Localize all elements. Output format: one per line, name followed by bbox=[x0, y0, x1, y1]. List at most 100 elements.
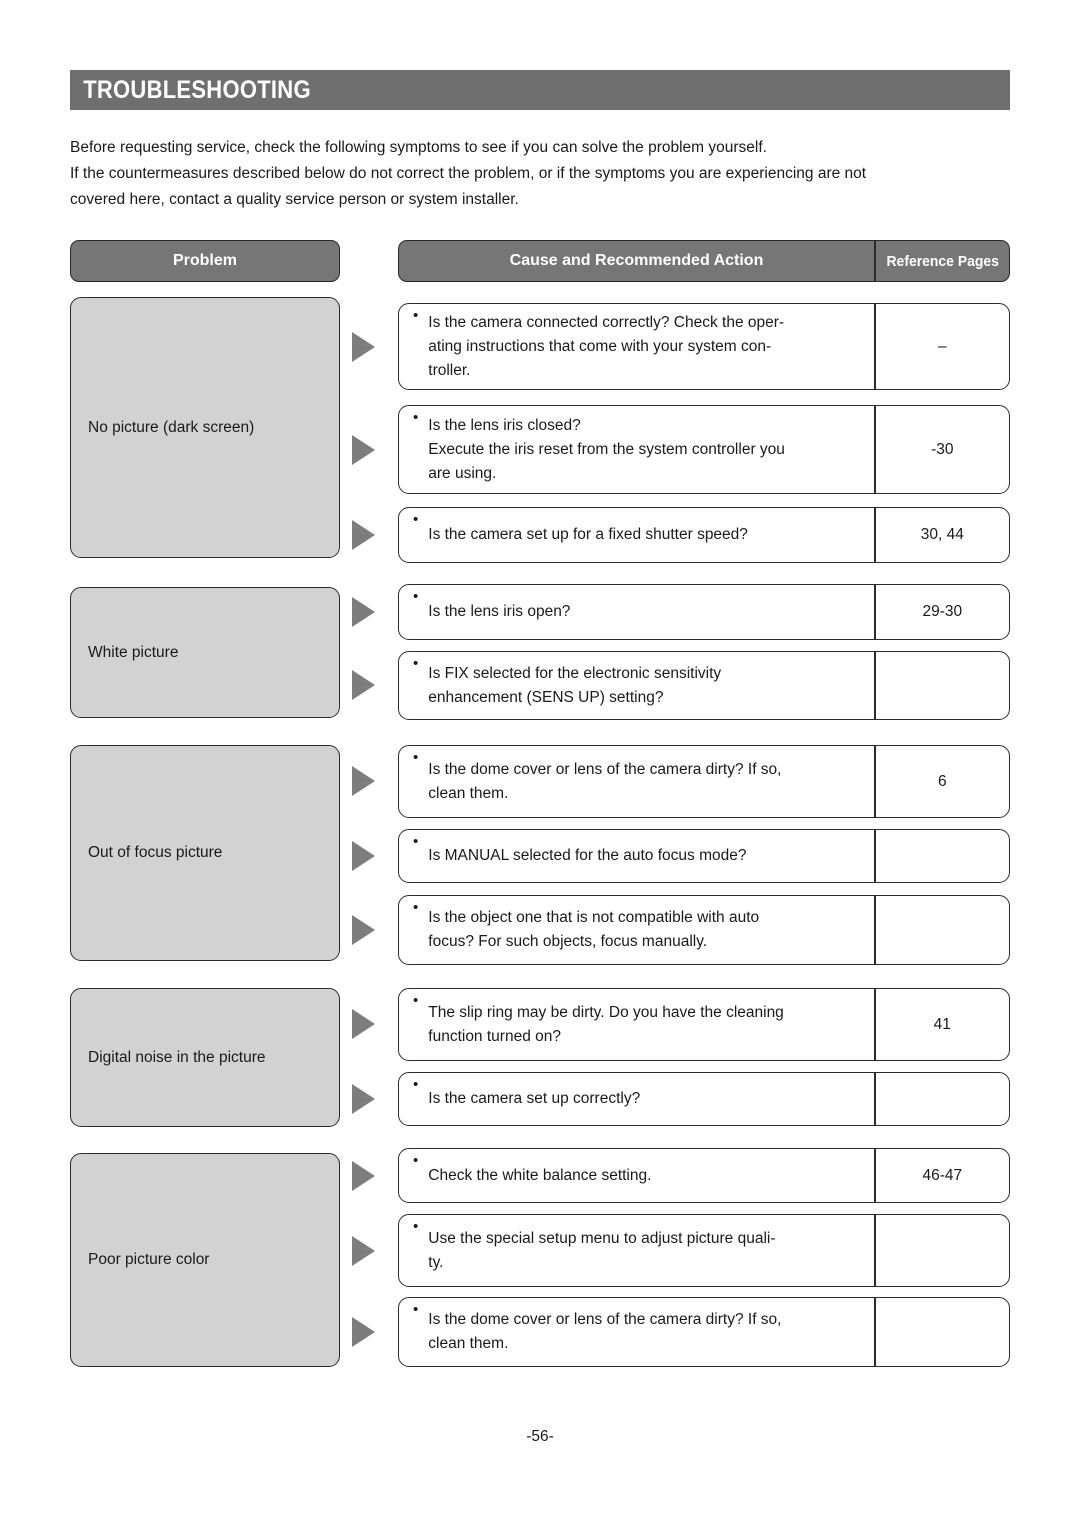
table-row: • Is the lens iris closed? Execute the iri… bbox=[398, 405, 1010, 494]
bullet-icon: • bbox=[413, 899, 419, 916]
reference-pages-cell: 46-47 bbox=[922, 1166, 963, 1184]
action-text: Is MANUAL selected for the auto focus mo… bbox=[428, 844, 746, 868]
table-row: • Use the special setup menu to adjust pi… bbox=[398, 1214, 1010, 1287]
action-text-line: Is the camera set up correctly? bbox=[428, 1090, 641, 1107]
action-cell: • Is the lens iris closed? Execute the iri… bbox=[399, 406, 874, 493]
action-text: Is the camera set up for a fixed shutter… bbox=[428, 523, 748, 547]
table-row: • Is the object one that is not compatibl… bbox=[398, 895, 1010, 965]
action-text-line: Is the camera connected correctly? Check… bbox=[428, 313, 785, 331]
bullet-icon: • bbox=[413, 409, 419, 426]
bullet-icon: • bbox=[413, 307, 419, 324]
problem-label: No picture (dark screen) bbox=[88, 418, 255, 436]
arrow-right-icon bbox=[352, 915, 375, 945]
action-text: Is the dome cover or lens of the camera … bbox=[428, 1308, 781, 1356]
arrow-right-icon bbox=[352, 670, 375, 700]
arrow-right-icon bbox=[352, 1236, 375, 1266]
table-row: • Is the camera connected correctly? Chec… bbox=[398, 303, 1010, 390]
column-header-reference-label: Reference Pages bbox=[886, 252, 999, 270]
action-text-line: Is the camera set up for a fixed shutter… bbox=[428, 526, 748, 543]
reference-pages-cell: 6 bbox=[937, 772, 947, 790]
action-text-line: focus? For such objects, focus manually. bbox=[428, 933, 708, 950]
arrow-right-icon bbox=[352, 1084, 375, 1114]
arrow-right-icon bbox=[352, 435, 375, 465]
arrow-right-icon bbox=[352, 1161, 375, 1191]
bullet-icon: • bbox=[413, 992, 419, 1009]
action-text: Is FIX selected for the electronic sensi… bbox=[428, 662, 721, 710]
bullet-icon: • bbox=[413, 511, 419, 528]
action-text-line: Is the dome cover or lens of the camera … bbox=[428, 1311, 782, 1328]
action-text-line: Execute the iris reset from the system c… bbox=[428, 440, 785, 458]
action-text-line: Is MANUAL selected for the auto focus mo… bbox=[428, 847, 747, 864]
action-text: Is the lens iris closed? Execute the iris… bbox=[428, 414, 785, 486]
arrow-right-icon bbox=[352, 841, 375, 871]
problem-box: No picture (dark screen) bbox=[70, 297, 340, 558]
action-text-line: enhancement (SENS UP) setting? bbox=[428, 688, 664, 706]
action-text-line: Is the dome cover or lens of the camera … bbox=[428, 760, 782, 778]
arrow-right-icon bbox=[352, 1317, 375, 1347]
problem-box: Digital noise in the picture bbox=[70, 988, 340, 1127]
table-row: • Is FIX selected for the electronic sens… bbox=[398, 651, 1010, 720]
action-text-line: clean them. bbox=[428, 1335, 509, 1352]
reference-pages-cell bbox=[876, 652, 1009, 719]
action-text: Is the lens iris open? bbox=[428, 600, 570, 624]
action-text-line: troller. bbox=[428, 361, 471, 379]
problem-label: Poor picture color bbox=[88, 1251, 210, 1268]
action-text-line: ty. bbox=[428, 1253, 444, 1271]
action-cell: • Check the white balance setting. bbox=[399, 1149, 874, 1202]
arrow-right-icon bbox=[352, 1009, 375, 1039]
table-row: • Is the dome cover or lens of the camera… bbox=[398, 1297, 1010, 1367]
action-text-line: The slip ring may be dirty. Do you have … bbox=[428, 1003, 784, 1021]
bullet-icon: • bbox=[413, 749, 419, 766]
action-cell: • Is the camera connected correctly? Chec… bbox=[399, 304, 874, 389]
action-text-line: Use the special setup menu to adjust pic… bbox=[428, 1229, 776, 1247]
action-text-line: Check the white balance setting. bbox=[428, 1166, 652, 1184]
reference-pages-cell bbox=[876, 1215, 1009, 1286]
bullet-icon: • bbox=[413, 1076, 419, 1093]
action-cell: • Is MANUAL selected for the auto focus m… bbox=[399, 830, 874, 882]
problem-box: White picture bbox=[70, 587, 340, 718]
action-text-line: Is the lens iris closed? bbox=[428, 416, 581, 434]
arrow-right-icon bbox=[352, 766, 375, 796]
header-divider bbox=[874, 241, 876, 281]
table-row: • The slip ring may be dirty. Do you have… bbox=[398, 988, 1010, 1061]
action-cell: • Is the dome cover or lens of the camera… bbox=[399, 746, 874, 817]
reference-pages-cell: -30 bbox=[931, 440, 954, 458]
reference-pages-cell bbox=[876, 1073, 1009, 1125]
reference-pages-cell: 29-30 bbox=[922, 603, 963, 620]
action-text-line: Is FIX selected for the electronic sensi… bbox=[428, 664, 722, 682]
arrow-right-icon bbox=[352, 520, 375, 550]
action-cell: • Is the object one that is not compatibl… bbox=[399, 896, 874, 964]
problem-label: Digital noise in the picture bbox=[88, 1048, 266, 1066]
action-text-line: clean them. bbox=[428, 784, 509, 802]
action-text-line: Is the object one that is not compatible… bbox=[428, 909, 760, 926]
bullet-icon: • bbox=[413, 655, 419, 672]
action-text: Use the special setup menu to adjust pic… bbox=[428, 1227, 775, 1275]
column-header-cause-label: Cause and Recommended Action bbox=[509, 252, 764, 269]
problem-label: White picture bbox=[88, 643, 179, 661]
action-text: Is the object one that is not compatible… bbox=[428, 906, 759, 954]
reference-pages-cell: – bbox=[937, 337, 947, 355]
action-cell: • Is the camera set up for a fixed shutte… bbox=[399, 508, 874, 562]
action-cell: • Is FIX selected for the electronic sens… bbox=[399, 652, 874, 719]
problem-box: Out of focus picture bbox=[70, 745, 340, 961]
column-header-problem-label: Problem bbox=[172, 252, 237, 269]
action-text: The slip ring may be dirty. Do you have … bbox=[428, 1001, 784, 1049]
bullet-icon: • bbox=[413, 1218, 419, 1235]
action-text-line: are using. bbox=[428, 464, 497, 482]
action-text: Is the camera set up correctly? bbox=[428, 1087, 640, 1111]
reference-pages-cell bbox=[876, 896, 1009, 964]
arrow-right-icon bbox=[352, 332, 375, 362]
reference-pages-cell: 41 bbox=[933, 1015, 951, 1033]
action-cell: • Is the lens iris open? bbox=[399, 585, 874, 639]
action-text-line: ating instructions that come with your s… bbox=[428, 337, 772, 355]
page-number: -56- bbox=[526, 1428, 554, 1445]
action-text-line: Is the lens iris open? bbox=[428, 603, 571, 620]
arrow-right-icon bbox=[352, 597, 375, 627]
troubleshooting-table: Problem Cause and Recommended Action Ref… bbox=[0, 0, 1080, 1526]
reference-pages-cell bbox=[876, 830, 1009, 882]
action-cell: • The slip ring may be dirty. Do you have… bbox=[399, 989, 874, 1060]
bullet-icon: • bbox=[413, 588, 419, 605]
table-row: • Is the camera set up correctly? bbox=[398, 1072, 1010, 1126]
table-row: • Is the camera set up for a fixed shutte… bbox=[398, 507, 1010, 563]
action-cell: • Use the special setup menu to adjust pi… bbox=[399, 1215, 874, 1286]
